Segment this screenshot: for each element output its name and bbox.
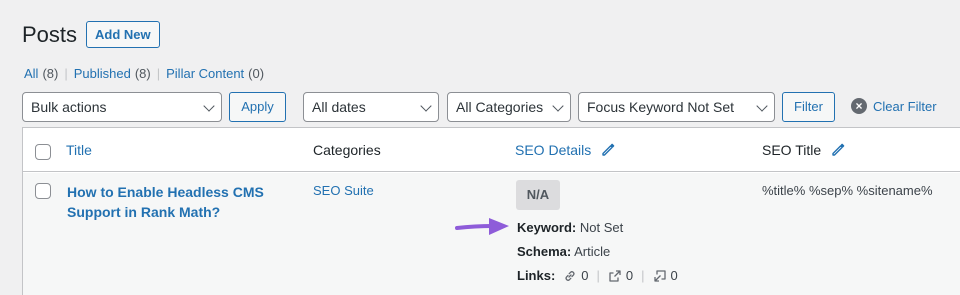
page-title: Posts (22, 22, 78, 47)
keyword-value: Not Set (579, 220, 624, 235)
post-category-link[interactable]: SEO Suite (313, 183, 374, 198)
column-categories: Categories (313, 142, 381, 158)
pencil-icon[interactable] (831, 143, 845, 157)
separator: | (596, 268, 600, 283)
links-label: Links: (517, 268, 556, 283)
view-pillar-link[interactable]: Pillar Content (166, 66, 244, 81)
chevron-down-icon (203, 100, 215, 112)
view-pillar-count: (0) (248, 66, 265, 81)
schema-label: Schema: (517, 244, 572, 259)
separator: | (156, 66, 161, 81)
incoming-link-icon (653, 269, 666, 282)
bulk-actions-select[interactable]: Bulk actions (22, 92, 222, 122)
pencil-icon[interactable] (601, 143, 615, 157)
apply-button[interactable]: Apply (229, 92, 286, 122)
incoming-links-count: 0 (670, 268, 678, 283)
links-detail: Links: 0 | 0 | 0 (517, 268, 678, 283)
column-seo-details[interactable]: SEO Details (515, 142, 615, 158)
schema-detail: Schema: Article (517, 244, 610, 259)
table-header: Title Categories SEO Details SEO Title (23, 128, 960, 172)
bulk-actions-value: Bulk actions (31, 99, 107, 115)
column-seo-title-label: SEO Title (762, 142, 822, 158)
focus-keyword-value: Focus Keyword Not Set (587, 99, 735, 115)
column-seo-details-label: SEO Details (515, 142, 592, 158)
posts-table: Title Categories SEO Details SEO Title H… (22, 127, 960, 295)
post-title-link[interactable]: How to Enable Headless CMS Support in Ra… (67, 182, 287, 222)
separator: | (64, 66, 68, 81)
seo-score-badge: N/A (516, 180, 560, 210)
select-all-checkbox[interactable] (35, 144, 51, 160)
view-all-link[interactable]: All (24, 66, 38, 81)
add-new-button[interactable]: Add New (86, 21, 160, 48)
clear-filter-label: Clear Filter (873, 98, 937, 114)
column-seo-title: SEO Title (762, 142, 845, 158)
categories-value: All Categories (456, 99, 544, 115)
column-title-sort[interactable]: Title (66, 142, 92, 158)
view-filters: All (8) | Published (8) | Pillar Content… (24, 66, 264, 81)
view-published-count: (8) (134, 66, 151, 81)
filter-button[interactable]: Filter (782, 92, 835, 122)
focus-keyword-select[interactable]: Focus Keyword Not Set (578, 92, 775, 122)
schema-value: Article (574, 244, 611, 259)
keyword-detail: Keyword: Not Set (517, 220, 623, 235)
arrow-pointer (455, 218, 509, 235)
categories-select[interactable]: All Categories (447, 92, 571, 122)
seo-title-value: %title% %sep% %sitename% (762, 183, 933, 198)
external-link-icon (609, 269, 621, 282)
external-links-count: 0 (625, 268, 634, 283)
chevron-down-icon (552, 100, 564, 112)
internal-links-count: 0 (581, 268, 589, 283)
clear-icon: × (851, 98, 867, 114)
dates-select[interactable]: All dates (303, 92, 439, 122)
separator: | (641, 268, 645, 283)
chevron-down-icon (756, 100, 768, 112)
view-all-count: (8) (42, 66, 59, 81)
row-checkbox[interactable] (35, 183, 51, 199)
chevron-down-icon (420, 100, 432, 112)
view-published-link[interactable]: Published (74, 66, 131, 81)
clear-filter-link[interactable]: × Clear Filter (851, 98, 937, 114)
dates-value: All dates (312, 99, 366, 115)
keyword-label: Keyword: (517, 220, 577, 235)
link-icon (565, 270, 575, 281)
